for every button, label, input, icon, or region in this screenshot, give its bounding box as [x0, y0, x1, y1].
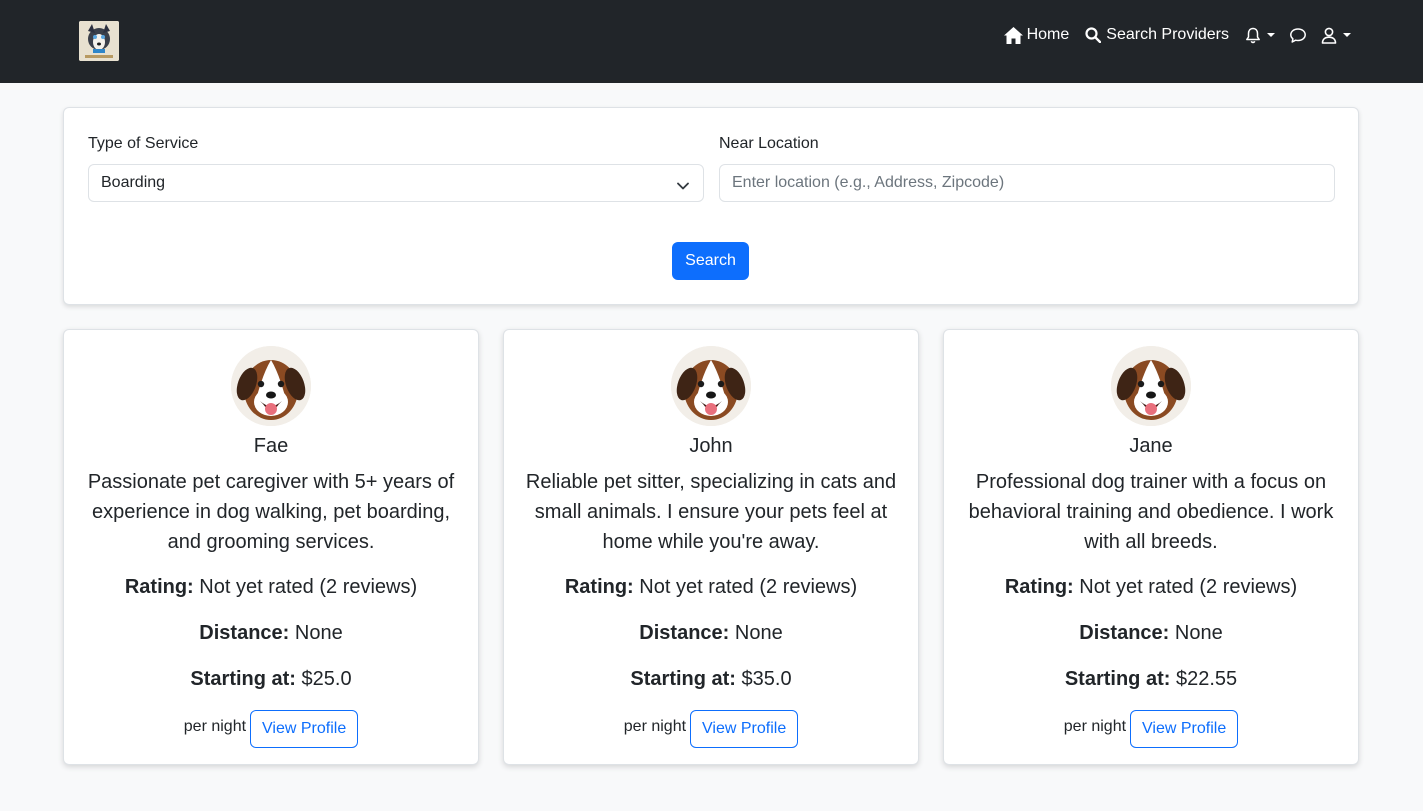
provider-card: Fae Passionate pet caregiver with 5+ yea… [63, 329, 479, 765]
distance-value: None [734, 622, 783, 644]
avatar [1111, 346, 1191, 426]
distance-label: Distance: [199, 622, 290, 644]
brand-logo[interactable] [79, 21, 119, 61]
provider-rating: Rating: Not yet rated (2 reviews) [504, 575, 918, 599]
avatar [231, 346, 311, 426]
provider-name: John [689, 435, 733, 457]
top-navbar: Home Search Providers [0, 0, 1423, 83]
per-night-label: per night [623, 718, 687, 735]
provider-name: Fae [253, 435, 289, 457]
view-profile-button[interactable]: View Profile [1130, 710, 1239, 748]
starting-at-label: Starting at: [1064, 668, 1171, 690]
chevron-down-icon [1343, 33, 1351, 37]
provider-bio: Passionate pet caregiver with 5+ years o… [87, 471, 455, 553]
rating-value: Not yet rated (2 reviews) [1079, 576, 1298, 598]
home-icon [1003, 26, 1027, 44]
distance-label: Distance: [639, 622, 730, 644]
near-location-label: Near Location [719, 135, 819, 152]
location-input[interactable] [719, 164, 1335, 202]
chat-icon [1289, 27, 1307, 44]
starting-at-label: Starting at: [630, 668, 736, 690]
card-footer: per night View Profile [504, 710, 918, 748]
provider-distance: Distance: None [64, 621, 478, 645]
notifications-dropdown[interactable] [1245, 27, 1275, 44]
search-button[interactable]: Search [672, 242, 749, 280]
rating-label: Rating: [124, 576, 194, 598]
service-type-select[interactable]: Boarding [88, 164, 704, 202]
messages-link[interactable] [1289, 27, 1307, 44]
chevron-down-icon [1267, 33, 1275, 37]
nav-home-label: Home [1026, 26, 1070, 43]
price-value: $22.55 [1175, 668, 1238, 690]
chevron-down-icon [677, 178, 689, 196]
card-footer: per night View Profile [944, 710, 1358, 748]
provider-distance: Distance: None [944, 621, 1358, 645]
distance-value: None [1174, 622, 1223, 644]
nav-home-link[interactable]: Home [1003, 26, 1070, 44]
rating-label: Rating: [564, 576, 634, 598]
rating-value: Not yet rated (2 reviews) [639, 576, 858, 598]
distance-value: None [294, 622, 343, 644]
search-icon [1085, 27, 1106, 43]
price-value: $35.0 [741, 668, 792, 690]
avatar [671, 346, 751, 426]
per-night-label: per night [183, 718, 247, 735]
per-night-label: per night [1063, 718, 1127, 735]
bell-icon [1245, 27, 1261, 44]
rating-label: Rating: [1004, 576, 1074, 598]
provider-card: John Reliable pet sitter, specializing i… [503, 329, 919, 765]
distance-label: Distance: [1079, 622, 1170, 644]
provider-rating: Rating: Not yet rated (2 reviews) [944, 575, 1358, 599]
card-footer: per night View Profile [64, 710, 478, 748]
nav-search-label: Search Providers [1106, 26, 1229, 43]
nav-search-providers-link[interactable]: Search Providers [1085, 26, 1229, 44]
user-icon [1321, 27, 1337, 44]
provider-rating: Rating: Not yet rated (2 reviews) [64, 575, 478, 599]
provider-price: Starting at: $22.55 [944, 667, 1358, 691]
search-form-card: Type of Service Boarding Near Location S… [63, 107, 1359, 305]
rating-value: Not yet rated (2 reviews) [199, 576, 418, 598]
starting-at-label: Starting at: [190, 668, 296, 690]
provider-price: Starting at: $25.0 [64, 667, 478, 691]
provider-distance: Distance: None [504, 621, 918, 645]
user-menu-dropdown[interactable] [1321, 27, 1351, 44]
view-profile-button[interactable]: View Profile [250, 710, 359, 748]
view-profile-button[interactable]: View Profile [690, 710, 799, 748]
service-type-label: Type of Service [88, 135, 199, 152]
provider-bio: Professional dog trainer with a focus on… [968, 471, 1334, 553]
provider-card: Jane Professional dog trainer with a foc… [943, 329, 1359, 765]
provider-name: Jane [1129, 435, 1173, 457]
service-type-value: Boarding [101, 174, 166, 191]
price-value: $25.0 [301, 668, 352, 690]
provider-price: Starting at: $35.0 [504, 667, 918, 691]
provider-bio: Reliable pet sitter, specializing in cat… [525, 471, 897, 553]
